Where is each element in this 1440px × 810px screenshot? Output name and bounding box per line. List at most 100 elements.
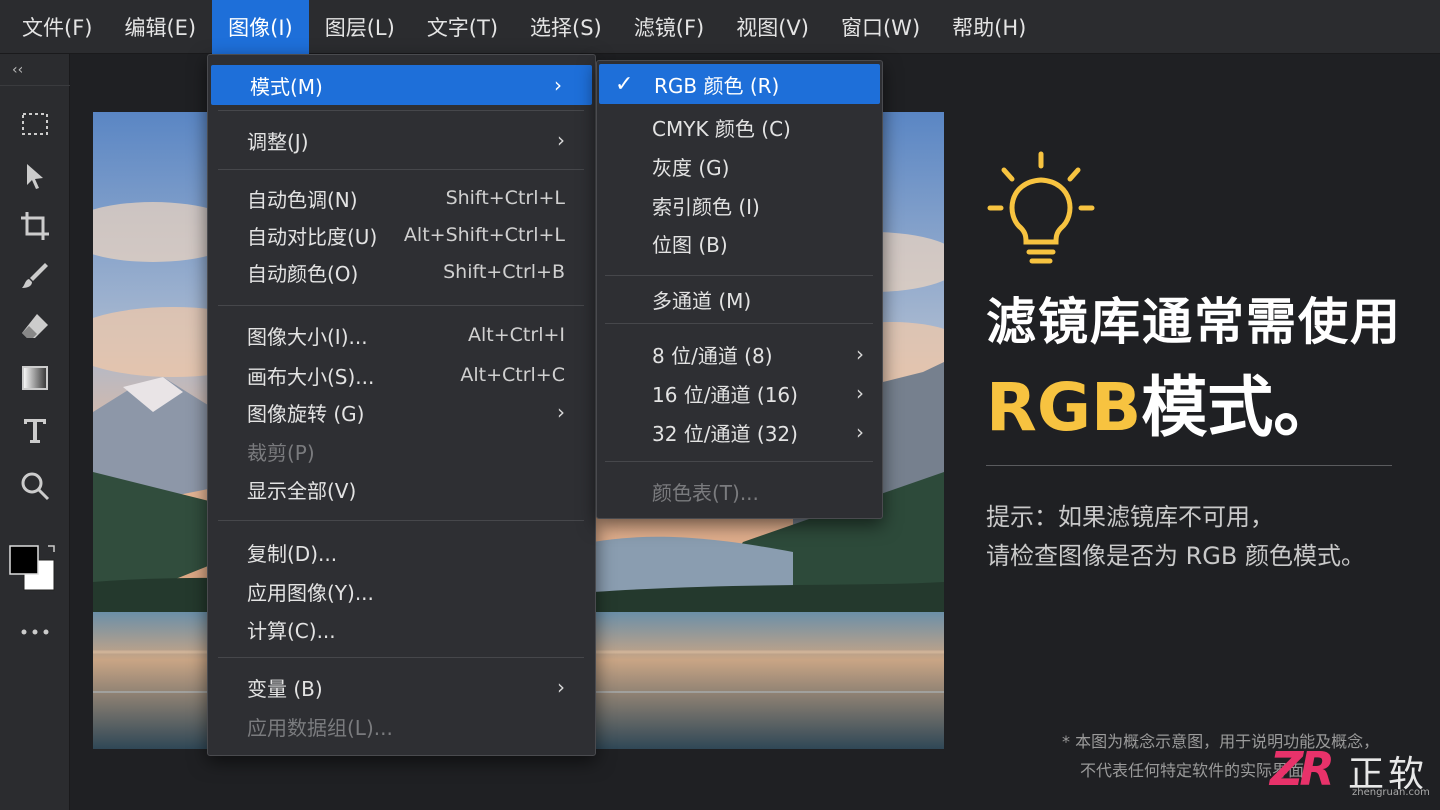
menu-item-label: 复制(D)...	[247, 541, 338, 566]
checkmark-icon: ✓	[615, 71, 634, 97]
menu-layer[interactable]: 图层(L)	[309, 0, 411, 54]
logo-url: zhengruan.com	[1352, 787, 1430, 798]
menu-item-label: 自动色调(N)	[247, 187, 358, 212]
menu-bar: 文件(F) 编辑(E) 图像(I) 图层(L) 文字(T) 选择(S) 滤镜(F…	[0, 0, 1440, 54]
menu-item-adjust[interactable]: 调整(J) ›	[208, 122, 595, 158]
menu-item-label: 多通道 (M)	[652, 288, 752, 313]
headline-rgb: RGB	[986, 369, 1142, 446]
move-icon[interactable]	[17, 158, 53, 194]
menu-window[interactable]: 窗口(W)	[825, 0, 936, 54]
chevron-right-icon: ›	[557, 128, 565, 152]
eraser-icon[interactable]	[17, 308, 53, 344]
menu-item-label: 自动颜色(O)	[247, 261, 359, 286]
chevron-right-icon: ›	[554, 73, 562, 97]
menu-item-label: 图像大小(I)...	[247, 324, 368, 349]
menu-item-label: 显示全部(V)	[247, 478, 357, 503]
collapse-toolbar-button[interactable]: ‹‹	[0, 62, 70, 86]
brush-icon[interactable]	[17, 258, 53, 294]
menu-item-label: 颜色表(T)...	[652, 480, 759, 505]
menu-item-label: 图像旋转 (G)	[247, 401, 365, 426]
more-icon[interactable]	[17, 614, 53, 650]
menu-type[interactable]: 文字(T)	[411, 0, 514, 54]
menu-item-shortcut: Alt+Shift+Ctrl+L	[403, 224, 565, 246]
tool-panel: ‹‹	[0, 54, 70, 810]
menu-item-crop: 裁剪(P)	[208, 433, 595, 469]
menu-item-auto-tone[interactable]: 自动色调(N) Shift+Ctrl+L	[208, 180, 595, 216]
menu-item-label: 计算(C)...	[247, 618, 336, 643]
mode-item-32bit[interactable]: 32 位/通道 (32) ›	[597, 414, 882, 450]
chevron-right-icon: ›	[856, 420, 864, 444]
menu-item-variables[interactable]: 变量 (B) ›	[208, 669, 595, 705]
menu-item-auto-color[interactable]: 自动颜色(O) Shift+Ctrl+B	[208, 254, 595, 290]
zoom-icon[interactable]	[17, 468, 53, 504]
gradient-icon[interactable]	[17, 360, 53, 396]
menu-divider	[605, 461, 873, 462]
menu-item-label: 灰度 (G)	[652, 155, 730, 180]
chevron-right-icon: ›	[557, 675, 565, 699]
menu-edit[interactable]: 编辑(E)	[108, 0, 212, 54]
menu-item-shortcut: Alt+Ctrl+C	[460, 364, 565, 386]
menu-item-shortcut: Shift+Ctrl+B	[443, 261, 565, 283]
tip-line-2: 请检查图像是否为 RGB 颜色模式。	[986, 542, 1365, 570]
menu-divider	[218, 657, 584, 658]
menu-item-duplicate[interactable]: 复制(D)...	[208, 534, 595, 570]
mode-item-color-table: 颜色表(T)...	[597, 473, 882, 509]
mode-item-cmyk[interactable]: CMYK 颜色 (C)	[597, 109, 882, 145]
menu-item-apply-image[interactable]: 应用图像(Y)...	[208, 573, 595, 609]
menu-item-label: 应用图像(Y)...	[247, 580, 374, 605]
mode-item-indexed[interactable]: 索引颜色 (I)	[597, 187, 882, 223]
menu-item-label: 裁剪(P)	[247, 440, 315, 465]
menu-item-label: CMYK 颜色 (C)	[652, 116, 791, 141]
crop-icon[interactable]	[17, 208, 53, 244]
menu-divider	[218, 169, 584, 170]
image-menu-dropdown: 模式(M) › 调整(J) › 自动色调(N) Shift+Ctrl+L 自动对…	[207, 54, 596, 756]
menu-item-label: 调整(J)	[247, 129, 309, 154]
menu-help[interactable]: 帮助(H)	[936, 0, 1042, 54]
menu-item-label: 8 位/通道 (8)	[652, 343, 773, 368]
menu-item-image-rotation[interactable]: 图像旋转 (G) ›	[208, 394, 595, 430]
menu-item-mode[interactable]: 模式(M) ›	[211, 65, 592, 105]
menu-divider	[218, 305, 584, 306]
menu-item-label: 应用数据组(L)...	[247, 715, 393, 740]
menu-item-label: 自动对比度(U)	[247, 224, 378, 249]
menu-item-label: 16 位/通道 (16)	[652, 382, 798, 407]
menu-divider	[605, 275, 873, 276]
menu-item-label: 画布大小(S)...	[247, 364, 375, 389]
mode-item-8bit[interactable]: 8 位/通道 (8) ›	[597, 336, 882, 372]
chevron-right-icon: ›	[856, 381, 864, 405]
menu-item-shortcut: Shift+Ctrl+L	[445, 187, 565, 209]
disclaimer-line-1: * 本图为概念示意图，用于说明功能及概念，	[1062, 732, 1380, 751]
headline-mode: 模式。	[1141, 369, 1340, 446]
menu-view[interactable]: 视图(V)	[720, 0, 825, 54]
chevron-right-icon: ›	[856, 342, 864, 366]
marquee-icon[interactable]	[17, 106, 53, 142]
mode-item-rgb[interactable]: ✓ RGB 颜色 (R)	[599, 64, 880, 104]
type-icon[interactable]	[17, 412, 53, 448]
menu-item-canvas-size[interactable]: 画布大小(S)... Alt+Ctrl+C	[208, 357, 595, 393]
menu-item-reveal-all[interactable]: 显示全部(V)	[208, 471, 595, 507]
menu-item-label: 变量 (B)	[247, 676, 323, 701]
menu-divider	[605, 323, 873, 324]
menu-divider	[218, 110, 584, 111]
mode-submenu: ✓ RGB 颜色 (R) CMYK 颜色 (C) 灰度 (G) 索引颜色 (I)…	[596, 60, 883, 519]
mode-item-grayscale[interactable]: 灰度 (G)	[597, 148, 882, 184]
chevron-right-icon: ›	[557, 400, 565, 424]
menu-select[interactable]: 选择(S)	[514, 0, 618, 54]
menu-filter[interactable]: 滤镜(F)	[618, 0, 720, 54]
logo-mark: ZR	[1270, 742, 1335, 796]
menu-item-label: RGB 颜色 (R)	[654, 73, 780, 98]
color-swatch-icon[interactable]	[8, 542, 58, 592]
menu-image[interactable]: 图像(I)	[212, 0, 309, 54]
menu-item-shortcut: Alt+Ctrl+I	[468, 324, 565, 346]
mode-item-multichannel[interactable]: 多通道 (M)	[597, 281, 882, 317]
menu-item-label: 位图 (B)	[652, 232, 728, 257]
menu-item-image-size[interactable]: 图像大小(I)... Alt+Ctrl+I	[208, 317, 595, 353]
menu-item-apply-data-set: 应用数据组(L)...	[208, 708, 595, 744]
tip-line-1: 提示：如果滤镜库不可用，	[986, 503, 1274, 531]
menu-file[interactable]: 文件(F)	[0, 0, 108, 54]
mode-item-16bit[interactable]: 16 位/通道 (16) ›	[597, 375, 882, 411]
menu-item-auto-contrast[interactable]: 自动对比度(U) Alt+Shift+Ctrl+L	[208, 217, 595, 253]
menu-item-calculations[interactable]: 计算(C)...	[208, 611, 595, 647]
mode-item-bitmap[interactable]: 位图 (B)	[597, 225, 882, 261]
menu-item-label: 32 位/通道 (32)	[652, 421, 798, 446]
